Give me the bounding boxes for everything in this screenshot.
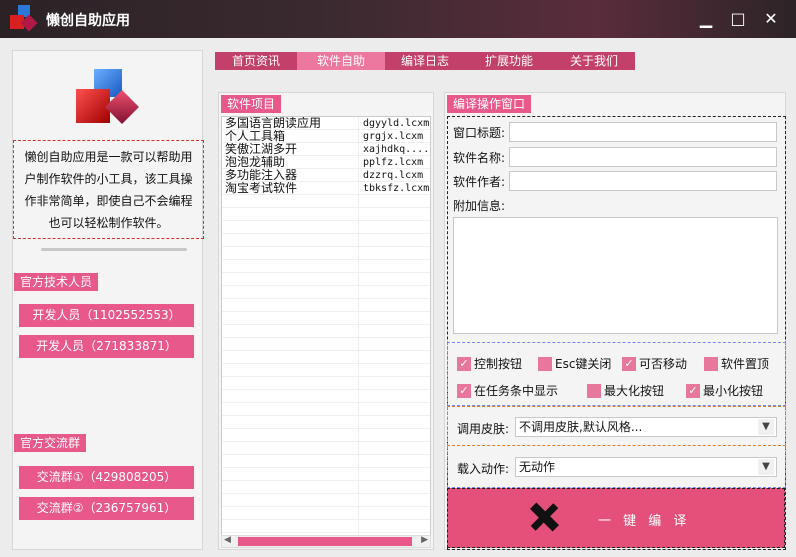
checkbox-unchecked-icon[interactable] bbox=[587, 383, 601, 398]
skin-label: 调用皮肤: bbox=[457, 422, 510, 436]
app-description: 懒创自助应用是一款可以帮助用户制作软件的小工具，该工具操作非常简单，即使自己不会… bbox=[13, 140, 204, 239]
list-item[interactable]: 泡泡龙辅助 pplfz.lcxm bbox=[222, 156, 430, 169]
list-item[interactable]: 多国语言朗读应用 dgyyld.lcxm bbox=[222, 117, 430, 130]
title-bar: 懒创自助应用 ▁ □ ✕ bbox=[0, 0, 796, 38]
scroll-left-arrow-icon[interactable]: ◀ bbox=[224, 535, 231, 545]
project-name: 多国语言朗读应用 bbox=[225, 117, 322, 130]
checkbox-checked-icon[interactable]: ✓ bbox=[457, 383, 471, 398]
tab-about[interactable]: 关于我们 bbox=[553, 52, 635, 70]
option-label: 可否移动 bbox=[639, 357, 688, 371]
project-name: 个人工具箱 bbox=[225, 130, 286, 143]
action-select-value: 无动作 bbox=[519, 460, 556, 474]
list-item[interactable]: 个人工具箱 grgjx.lcxm bbox=[222, 130, 430, 143]
author-label: 软件作者: bbox=[453, 175, 506, 189]
option-label: 控制按钮 bbox=[474, 357, 523, 371]
maximize-button[interactable]: □ bbox=[725, 8, 751, 30]
extra-info-label: 附加信息: bbox=[453, 199, 506, 213]
horizontal-scrollbar[interactable]: ◀ ▶ bbox=[221, 535, 431, 548]
groups-section-title: 官方交流群 bbox=[14, 434, 87, 452]
project-file: dgyyld.lcxm bbox=[358, 117, 430, 130]
project-file: dzzrq.lcxm bbox=[358, 169, 430, 182]
compile-button-label: 一 键 编 译 bbox=[598, 514, 691, 529]
skin-select[interactable]: 不调用皮肤,默认风格... ▼ bbox=[515, 417, 777, 437]
tab-extensions[interactable]: 扩展功能 bbox=[465, 52, 553, 70]
skin-select-value: 不调用皮肤,默认风格... bbox=[519, 420, 643, 434]
list-item[interactable]: 笑傲江湖多开 xajhdkq.... bbox=[222, 143, 430, 156]
projects-panel: 软件项目 多国语言朗读应用 dgyyld.lcxm 个人工具箱 grgjx.lcxm 笑… bbox=[218, 92, 434, 550]
project-file: pplfz.lcxm bbox=[358, 156, 430, 169]
tab-software-self-service[interactable]: 软件自助 bbox=[297, 52, 385, 70]
option-checkbox[interactable]: ✓ 最小化按钮 bbox=[686, 382, 763, 399]
tab-compile-log[interactable]: 编译日志 bbox=[385, 52, 465, 70]
option-checkbox[interactable]: 软件置顶 bbox=[704, 355, 769, 372]
staff-section-title: 官方技术人员 bbox=[14, 273, 99, 291]
pencil-ruler-icon bbox=[528, 501, 560, 533]
action-label: 载入动作: bbox=[457, 462, 510, 476]
software-name-input[interactable] bbox=[509, 147, 777, 167]
option-label: 在任务条中显示 bbox=[474, 384, 559, 398]
project-name: 笑傲江湖多开 bbox=[225, 143, 298, 156]
checkbox-checked-icon[interactable]: ✓ bbox=[457, 356, 471, 371]
project-file: xajhdkq.... bbox=[358, 143, 430, 156]
software-name-label: 软件名称: bbox=[453, 151, 506, 165]
option-checkbox[interactable]: ✓ 在任务条中显示 bbox=[457, 382, 558, 399]
option-checkbox[interactable]: ✓ 控制按钮 bbox=[457, 355, 522, 372]
chevron-down-icon: ▼ bbox=[758, 419, 774, 435]
projects-title: 软件项目 bbox=[221, 95, 282, 113]
window-title-input[interactable] bbox=[509, 122, 777, 142]
developer-contact-button-2[interactable]: 开发人员（271833871） bbox=[19, 335, 194, 358]
action-select[interactable]: 无动作 ▼ bbox=[515, 457, 777, 477]
option-checkbox[interactable]: 最大化按钮 bbox=[587, 382, 664, 399]
author-input[interactable] bbox=[509, 171, 777, 191]
checkbox-unchecked-icon[interactable] bbox=[704, 356, 718, 371]
close-button[interactable]: ✕ bbox=[758, 8, 784, 30]
checkbox-checked-icon[interactable]: ✓ bbox=[622, 356, 636, 371]
window-title-label: 窗口标题: bbox=[453, 126, 506, 140]
developer-contact-button-1[interactable]: 开发人员（1102552553） bbox=[19, 304, 194, 327]
window-title: 懒创自助应用 bbox=[46, 13, 130, 29]
project-name: 泡泡龙辅助 bbox=[225, 156, 286, 169]
project-name: 多功能注入器 bbox=[225, 169, 298, 182]
option-label: 最大化按钮 bbox=[604, 384, 665, 398]
scroll-right-arrow-icon[interactable]: ▶ bbox=[421, 535, 428, 545]
compile-title: 编译操作窗口 bbox=[447, 95, 532, 113]
project-file: grgjx.lcxm bbox=[358, 130, 430, 143]
sidebar: 懒创自助应用是一款可以帮助用户制作软件的小工具，该工具操作非常简单，即使自己不会… bbox=[12, 50, 204, 550]
app-cubes-logo bbox=[76, 69, 142, 131]
app-logo-icon bbox=[10, 5, 38, 32]
scrollbar-thumb[interactable] bbox=[238, 537, 412, 546]
option-label: Esc键关闭 bbox=[555, 357, 612, 371]
option-label: 软件置顶 bbox=[721, 357, 770, 371]
divider bbox=[41, 248, 187, 251]
minimize-button[interactable]: ▁ bbox=[693, 8, 719, 30]
option-label: 最小化按钮 bbox=[703, 384, 764, 398]
group-button-1[interactable]: 交流群①（429808205） bbox=[19, 466, 194, 489]
project-name: 淘宝考试软件 bbox=[225, 182, 298, 195]
compile-button[interactable]: 一 键 编 译 bbox=[447, 488, 785, 548]
list-item[interactable]: 多功能注入器 dzzrq.lcxm bbox=[222, 169, 430, 182]
project-list[interactable]: 多国语言朗读应用 dgyyld.lcxm 个人工具箱 grgjx.lcxm 笑傲江湖多开… bbox=[221, 116, 431, 536]
option-checkbox[interactable]: Esc键关闭 bbox=[538, 355, 611, 372]
checkbox-unchecked-icon[interactable] bbox=[538, 356, 552, 371]
main-nav: 首页资讯 软件自助 编译日志 扩展功能 关于我们 bbox=[215, 52, 635, 70]
chevron-down-icon: ▼ bbox=[758, 459, 774, 475]
group-button-2[interactable]: 交流群②（236757961） bbox=[19, 497, 194, 520]
tab-news[interactable]: 首页资讯 bbox=[215, 52, 297, 70]
project-file: tbksfz.lcxm bbox=[358, 182, 430, 195]
extra-info-textarea[interactable] bbox=[453, 217, 778, 334]
checkbox-checked-icon[interactable]: ✓ bbox=[686, 383, 700, 398]
option-checkbox[interactable]: ✓ 可否移动 bbox=[622, 355, 687, 372]
list-item[interactable]: 淘宝考试软件 tbksfz.lcxm bbox=[222, 182, 430, 195]
